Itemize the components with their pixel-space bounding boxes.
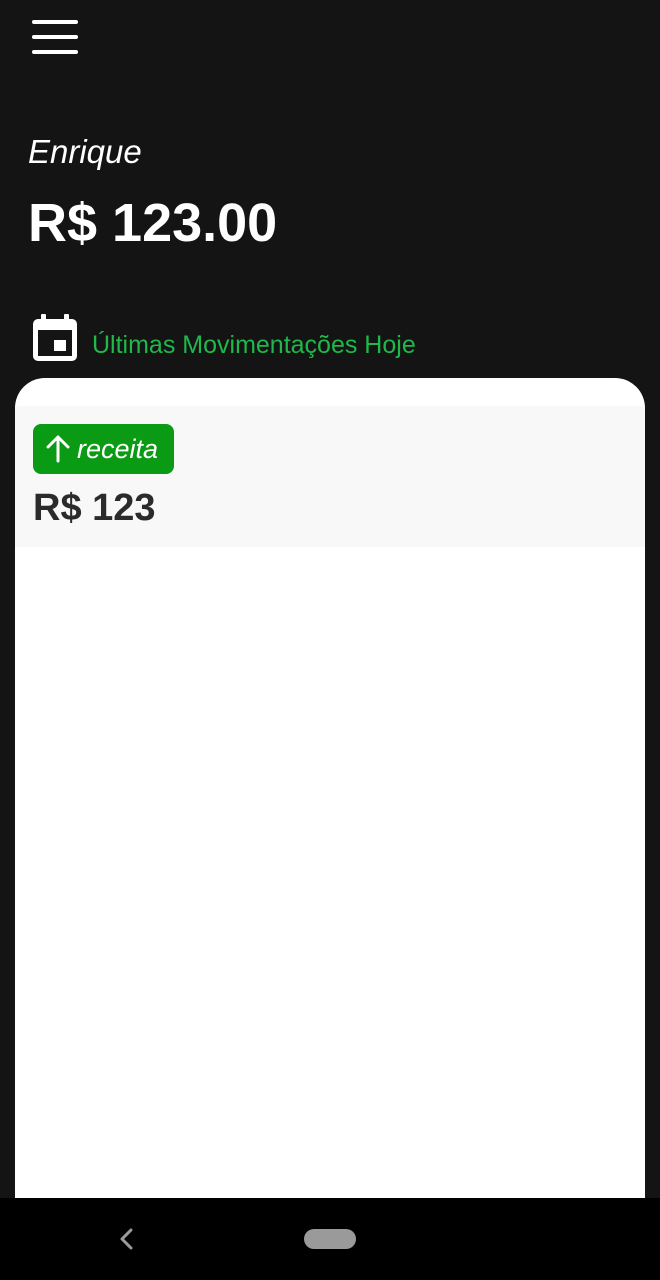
transaction-amount: R$ 123 [33, 487, 156, 529]
home-pill-icon[interactable] [304, 1229, 356, 1249]
transaction-item[interactable]: receita R$ 123 [15, 406, 645, 547]
back-button[interactable] [112, 1224, 142, 1254]
movements-header: Últimas Movimentações Hoje [32, 306, 416, 362]
menu-button[interactable] [32, 20, 78, 54]
transaction-type-badge: receita [33, 424, 175, 474]
calendar-icon [32, 314, 78, 362]
hamburger-menu-icon [32, 20, 78, 54]
account-balance: R$ 123.00 [28, 193, 278, 253]
app-screen: Enrique R$ 123.00 Últimas Movimentações … [0, 0, 660, 1280]
transaction-type-label: receita [77, 434, 159, 464]
back-chevron-icon [120, 1228, 133, 1250]
system-navigation-bar [0, 1198, 660, 1280]
user-name: Enrique [28, 133, 142, 170]
movements-title: Últimas Movimentações Hoje [92, 331, 416, 359]
movements-card: receita R$ 123 [15, 378, 645, 1208]
arrow-up-icon [45, 435, 71, 463]
